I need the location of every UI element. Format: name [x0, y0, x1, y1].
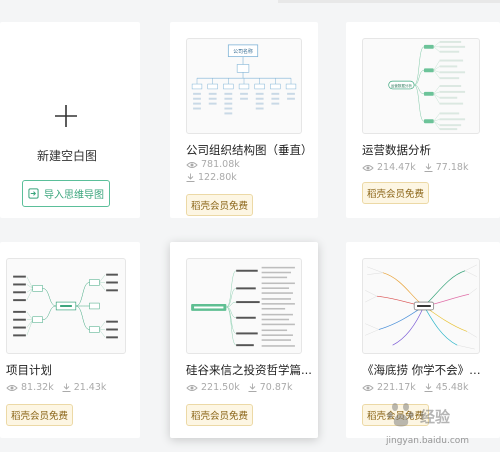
download-icon [62, 383, 71, 392]
download-icon [186, 173, 195, 182]
downloads-count: 70.87k [259, 382, 293, 393]
template-title: 运营数据分析 [362, 143, 431, 157]
baidu-jingyan-watermark: 经验 jingyan.baidu.com [382, 398, 500, 452]
new-blank-card[interactable]: 新建空白图 导入思维导图 [0, 22, 140, 218]
eye-icon [362, 164, 374, 171]
template-thumbnail [6, 258, 126, 354]
template-card[interactable]: 硅谷来信之投资哲学篇... 221.50k 70.87k 稻壳会员免费 [170, 242, 318, 438]
template-stats: 81.32k 21.43k [6, 382, 114, 393]
member-free-badge: 稻壳会员免费 [186, 194, 254, 216]
downloads-count: 77.18k [435, 162, 469, 173]
download-icon [424, 163, 433, 172]
downloads-count: 21.43k [73, 382, 107, 393]
eye-icon [6, 384, 18, 391]
member-free-badge: 稻壳会员免费 [186, 404, 254, 426]
template-thumbnail [186, 258, 302, 354]
template-stats: 214.47k 77.18k [362, 162, 476, 173]
template-stats: 781.08k [186, 159, 248, 170]
template-title: 硅谷来信之投资哲学篇... [186, 363, 312, 377]
views-count: 221.50k [201, 382, 240, 393]
template-card[interactable]: 运营数据分析 运营数据分析 214.47k 77.18k 稻壳会员免费 [346, 22, 500, 218]
downloads-stat: 122.80k [186, 172, 237, 183]
watermark-url: jingyan.baidu.com [386, 436, 470, 446]
views-count: 214.47k [377, 162, 416, 173]
template-thumbnail [362, 258, 480, 354]
downloads-stat: 77.18k [424, 162, 469, 173]
template-stats: 221.50k 70.87k [186, 382, 300, 393]
views-stat: 221.50k [186, 382, 240, 393]
import-label: 导入思维导图 [44, 190, 104, 201]
views-count: 81.32k [21, 382, 54, 393]
views-stat: 221.17k [362, 382, 416, 393]
plus-icon [55, 105, 77, 127]
eye-icon [186, 384, 198, 391]
template-card[interactable]: 公司名称 公司组织结构图（垂直） 781.08k 122.80k 稻壳会员免费 [170, 22, 318, 218]
import-icon [28, 188, 39, 199]
new-blank-label: 新建空白图 [37, 149, 98, 163]
downloads-count: 122.80k [198, 172, 237, 183]
downloads-stat: 70.87k [248, 382, 293, 393]
downloads-stat: 21.43k [62, 382, 107, 393]
org-root-label: 公司名称 [233, 48, 253, 55]
template-title: 《海底捞 你学不会》读... [362, 363, 490, 377]
views-stat: 81.32k [6, 382, 54, 393]
views-stat: 214.47k [362, 162, 416, 173]
template-card[interactable]: 项目计划 81.32k 21.43k 稻壳会员免费 [0, 242, 140, 438]
template-thumbnail: 公司名称 [186, 38, 302, 134]
eye-icon [186, 161, 198, 168]
ops-center-label: 运营数据分析 [391, 83, 413, 88]
paw-logo-icon [387, 403, 414, 427]
template-title: 公司组织结构图（垂直） [186, 143, 313, 157]
views-stat: 781.08k [186, 159, 240, 170]
download-icon [424, 383, 433, 392]
import-mindmap-button[interactable]: 导入思维导图 [22, 180, 110, 207]
downloads-stat: 45.48k [424, 382, 469, 393]
top-divider [278, 0, 500, 3]
views-count: 221.17k [377, 382, 416, 393]
template-stats-2: 122.80k [186, 172, 245, 183]
views-count: 781.08k [201, 159, 240, 170]
template-thumbnail: 运营数据分析 [362, 38, 480, 134]
download-icon [248, 383, 257, 392]
template-stats: 221.17k 45.48k [362, 382, 476, 393]
template-title: 项目计划 [6, 363, 52, 377]
downloads-count: 45.48k [435, 382, 469, 393]
member-free-badge: 稻壳会员免费 [362, 182, 430, 204]
watermark-brand: 经验 [420, 408, 451, 426]
member-free-badge: 稻壳会员免费 [6, 404, 74, 426]
eye-icon [362, 384, 374, 391]
